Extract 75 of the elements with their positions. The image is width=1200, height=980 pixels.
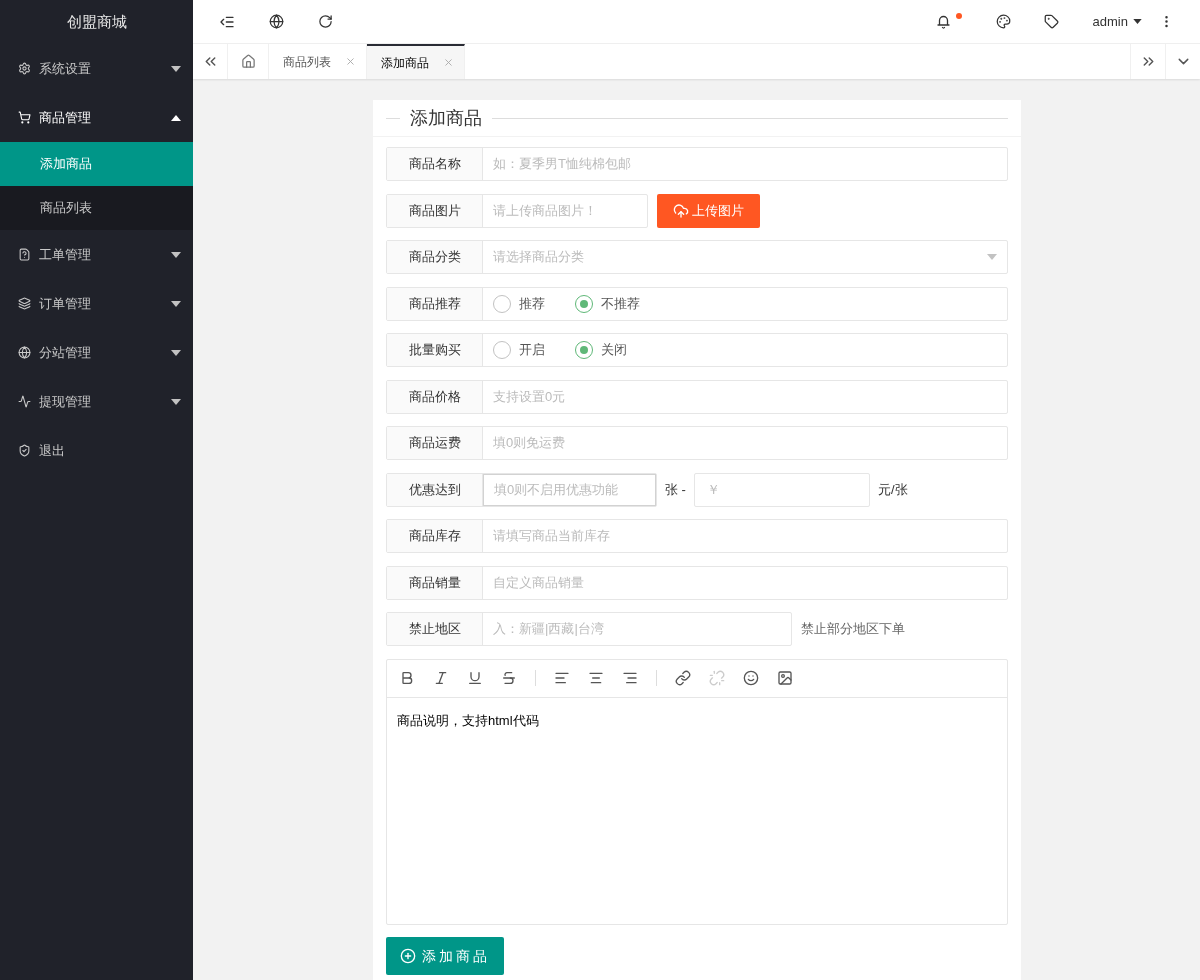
user-menu[interactable]: admin xyxy=(1092,11,1142,32)
home-icon xyxy=(240,54,256,69)
underline-icon[interactable] xyxy=(467,670,483,686)
sidebar-item[interactable]: 提现管理 xyxy=(0,377,193,426)
field-label: 禁止地区 xyxy=(387,613,483,645)
sidebar-item[interactable]: 退出 xyxy=(0,426,193,475)
brand-title: 创盟商城 xyxy=(66,11,127,32)
text-field[interactable]: 商品名称 如：夏季男T恤纯棉包邮 xyxy=(386,147,1008,181)
radio-option[interactable]: 推荐 xyxy=(493,293,545,314)
refresh-icon[interactable] xyxy=(318,14,333,29)
align-center-icon[interactable] xyxy=(588,670,604,686)
gear-icon xyxy=(18,62,31,75)
unit-text: 张 - xyxy=(665,480,686,499)
tab[interactable]: 添加商品 xyxy=(367,44,465,79)
select-field[interactable]: 商品分类 请选择商品分类 xyxy=(386,240,1008,274)
caret-icon xyxy=(171,398,181,405)
align-right-icon[interactable] xyxy=(622,670,638,686)
editor-text: 商品说明，支持html代码 xyxy=(397,712,539,728)
sidebar-item[interactable]: 工单管理 xyxy=(0,230,193,279)
caret-icon xyxy=(171,349,181,356)
layers-icon xyxy=(18,297,31,310)
field-label: 商品价格 xyxy=(387,380,483,413)
field-label: 商品图片 xyxy=(387,194,483,227)
shield-icon xyxy=(18,444,31,457)
text-field[interactable]: 禁止地区 入：新疆|西藏|台湾 xyxy=(386,612,792,646)
pulse-icon xyxy=(18,395,31,408)
caret-icon xyxy=(171,114,181,121)
field-label: 批量购买 xyxy=(387,334,483,366)
caret-icon xyxy=(171,300,181,307)
submenu-item[interactable]: 商品列表 xyxy=(0,186,193,230)
field-label: 商品运费 xyxy=(387,427,483,459)
image-icon[interactable] xyxy=(777,670,793,686)
caret-icon xyxy=(171,65,181,72)
field-label: 优惠达到 xyxy=(387,473,483,506)
form-title: 添加商品 xyxy=(410,106,482,130)
submit-button[interactable]: 添加商品 xyxy=(386,937,504,975)
sidebar-item[interactable]: 分站管理 xyxy=(0,328,193,377)
field-label: 商品库存 xyxy=(387,520,483,552)
text-field[interactable]: 商品图片 请上传商品图片！ xyxy=(386,193,648,228)
caret-icon xyxy=(987,254,997,260)
unit-text: 元/张 xyxy=(877,480,908,499)
rich-text-editor[interactable]: 商品说明，支持html代码 xyxy=(386,658,1008,925)
align-left-icon[interactable] xyxy=(554,670,570,686)
globe-icon[interactable] xyxy=(269,14,284,29)
italic-icon[interactable] xyxy=(433,670,449,686)
submenu-item[interactable]: 添加商品 xyxy=(0,142,193,186)
sidebar-item[interactable]: 系统设置 xyxy=(0,44,193,93)
text-field[interactable]: 商品库存 请填写商品当前库存 xyxy=(386,519,1008,553)
tag-icon[interactable] xyxy=(1043,14,1059,29)
caret-icon xyxy=(1133,19,1142,24)
link-icon[interactable] xyxy=(675,670,691,686)
sidebar-item[interactable]: 商品管理 xyxy=(0,93,193,142)
text-field[interactable]: 优惠达到 填0则不启用优惠功能 xyxy=(386,472,657,507)
bold-icon[interactable] xyxy=(399,670,415,686)
globe-icon xyxy=(18,346,31,359)
text-field[interactable]: 商品销量 自定义商品销量 xyxy=(386,565,1008,600)
field-label: 商品名称 xyxy=(387,148,483,180)
smiley-icon[interactable] xyxy=(743,670,759,686)
palette-icon[interactable] xyxy=(995,14,1011,29)
cart-icon xyxy=(18,111,31,124)
caret-icon xyxy=(171,251,181,258)
sidebar-item[interactable]: 订单管理 xyxy=(0,279,193,328)
field-label: 商品分类 xyxy=(387,241,483,273)
cloud-upload-icon xyxy=(673,202,689,219)
strikethrough-icon[interactable] xyxy=(501,670,517,686)
radio-option[interactable]: 开启 xyxy=(493,340,545,360)
document-icon xyxy=(18,248,31,261)
plus-circle-icon xyxy=(400,948,416,964)
text-field[interactable]: 商品运费 填0则免运费 xyxy=(386,426,1008,460)
field-label: 商品销量 xyxy=(387,566,483,599)
hint-text: 禁止部分地区下单 xyxy=(801,620,905,639)
radio-option[interactable]: 关闭 xyxy=(575,340,627,360)
text-field[interactable]: 商品价格 支持设置0元 xyxy=(386,379,1008,414)
radio-option[interactable]: 不推荐 xyxy=(575,293,640,314)
field-label: 商品推荐 xyxy=(387,287,483,320)
